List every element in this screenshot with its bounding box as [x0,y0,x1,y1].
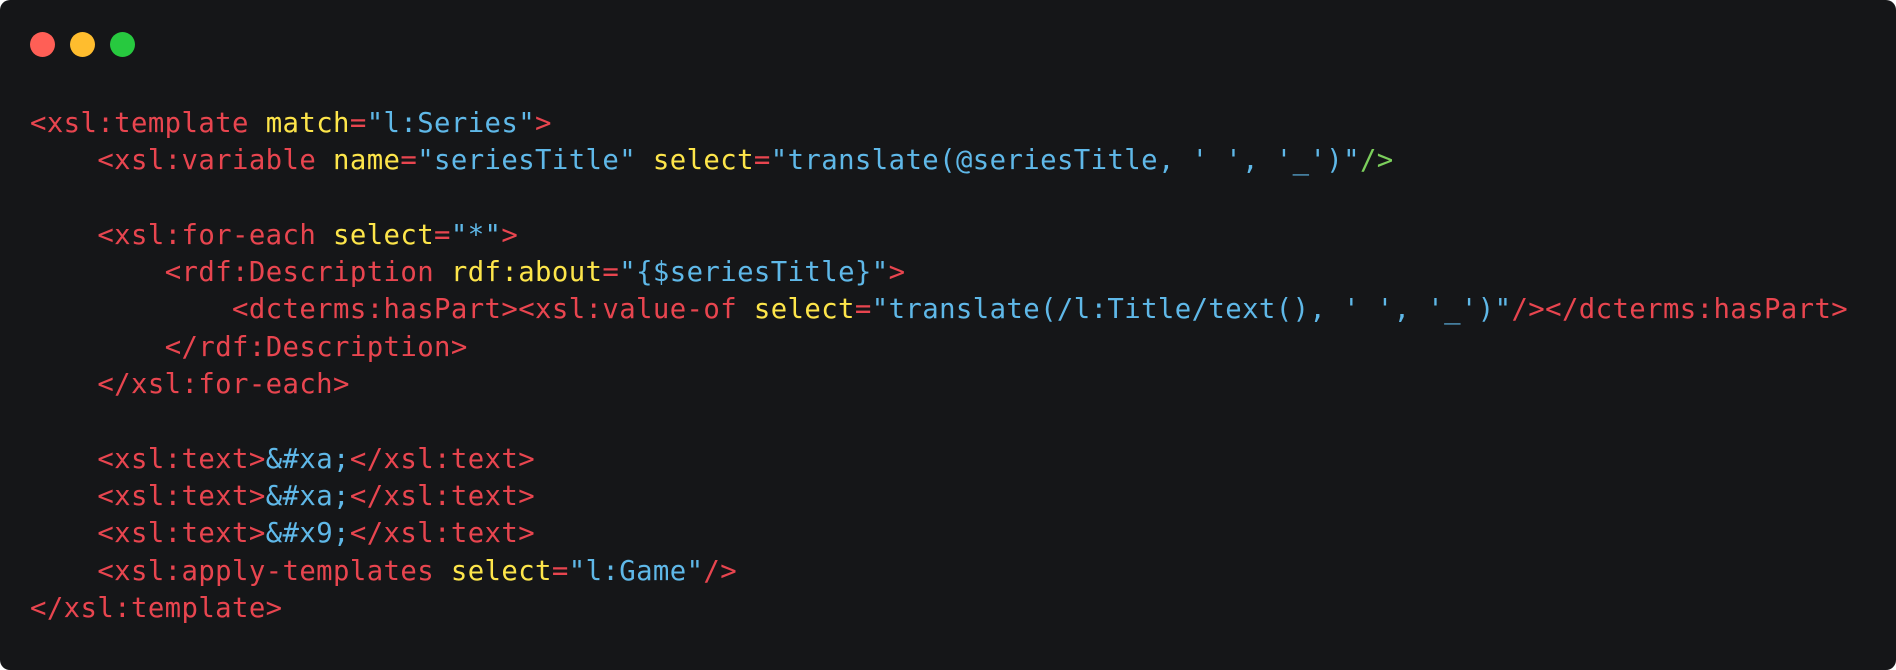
code-line: <rdf:Description rdf:about="{$seriesTitl… [30,254,1848,291]
code-line: </rdf:Description> [30,329,1848,366]
code-line: </xsl:for-each> [30,366,1848,403]
code-token-tag: </xsl:template> [30,592,283,624]
code-token-value: "l:Game" [568,555,704,587]
code-token-attr: select [753,294,855,326]
code-token-value: &#xa; [265,480,350,512]
code-line: <xsl:text>&#xa;</xsl:text> [30,441,1848,478]
code-token-attr: select [652,145,754,177]
code-token-value: &#xa; [265,443,350,475]
code-line: <xsl:text>&#xa;</xsl:text> [30,478,1848,515]
close-button[interactable] [30,32,55,57]
code-token-tag: <xsl:apply-templates [97,555,451,587]
code-token-tag: <dcterms:hasPart><xsl:value-of [232,294,754,326]
code-line: <xsl:text>&#x9;</xsl:text> [30,515,1848,552]
code-token-tag: </xsl:for-each> [97,369,350,401]
code-line: <xsl:template match="l:Series"> [30,105,1848,142]
code-line: <xsl:for-each select="*"> [30,217,1848,254]
code-token-attr: match [265,108,350,139]
minimize-button[interactable] [70,32,95,57]
code-token-tag: > [888,257,906,289]
code-token-value: "l:Series" [366,108,536,139]
code-token-value: "*" [450,219,502,251]
code-token-value: "translate(@seriesTitle, ' ', '_')" [770,145,1360,177]
code-token-tag: = [753,145,771,177]
code-token-tag: <xsl:for-each [97,219,334,251]
code-token-value: "{$seriesTitle}" [619,257,889,289]
code-token-tag: = [551,555,569,587]
code-token-tag: = [602,257,620,289]
code-token-tag: </xsl:text> [349,443,536,475]
code-window: <xsl:template match="l:Series"> <xsl:var… [0,0,1896,670]
code-token-attr: select [333,219,435,251]
code-token-tag: = [400,145,418,177]
code-token-tag: > [501,219,519,251]
code-token-value: "seriesTitle" [417,145,653,177]
code-token-tag: <xsl:text> [97,480,266,512]
code-token-tag: /> [703,555,738,587]
code-token-tag: = [854,294,872,326]
code-token-tag: <xsl:text> [97,518,266,550]
code-line: <dcterms:hasPart><xsl:value-of select="t… [30,291,1848,328]
code-token-tag: <xsl:variable [97,145,334,177]
code-token-tag: <rdf:Description [164,257,451,289]
code-token-attr: rdf:about [450,257,603,289]
code-token-tag: </xsl:text> [349,518,536,550]
code-token-tag: /></dcterms:hasPart> [1511,294,1849,326]
code-token-tag: </rdf:Description> [164,331,468,363]
code-token-value: &#x9; [265,518,350,550]
maximize-button[interactable] [110,32,135,57]
code-token-punct: /> [1359,145,1394,177]
code-token-tag: </xsl:text> [349,480,536,512]
code-token-attr: name [333,145,401,177]
code-token-attr: select [450,555,552,587]
code-block: <xsl:template match="l:Series"> <xsl:var… [30,105,1848,627]
code-token-tag: = [434,219,451,251]
code-token-tag: > [535,108,552,139]
code-token-tag: <xsl:text> [97,443,266,475]
code-line: <xsl:apply-templates select="l:Game"/> [30,553,1848,590]
code-line: </xsl:template> [30,590,1848,627]
code-token-value: "translate(/l:Title/text(), ' ', '_')" [871,294,1512,326]
code-token-tag: = [349,108,367,139]
code-line: <xsl:variable name="seriesTitle" select=… [30,142,1848,179]
code-token-tag: <xsl:template [30,108,266,139]
